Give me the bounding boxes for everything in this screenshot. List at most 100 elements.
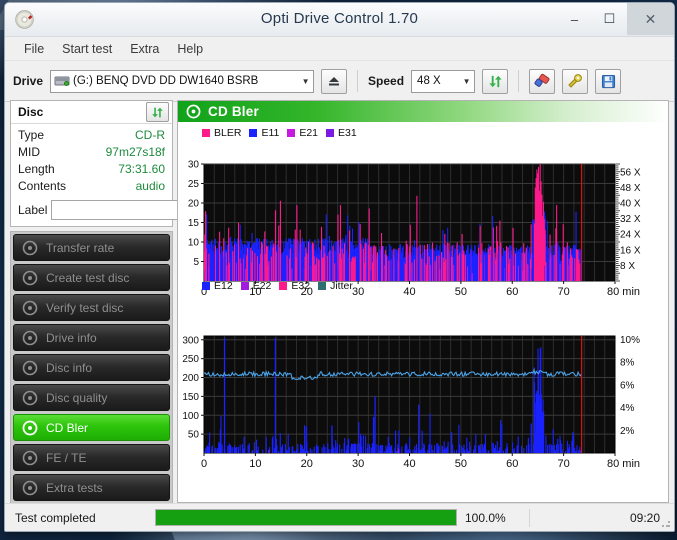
title-bar: Opti Drive Control 1.70 – ☐ ✕ (5, 3, 674, 37)
close-button[interactable]: ✕ (627, 3, 674, 35)
y2-tick-label: 40 X (620, 199, 641, 210)
legend-label-e22: E22 (252, 279, 272, 292)
nav-list: Transfer rate Create test disc Verify te… (10, 231, 173, 521)
chevron-down-icon[interactable]: ▼ (459, 72, 474, 91)
maximize-button[interactable]: ☐ (592, 3, 627, 35)
e12-chart-legend: E12 E22 E32 Jitter (178, 277, 357, 293)
toolbar-separator-2 (518, 70, 520, 92)
drive-label: Drive (13, 74, 44, 88)
y2-tick-label: 6% (620, 380, 635, 391)
progress-percent: 100.0% (465, 510, 506, 525)
refresh-icon (488, 75, 502, 87)
y2-tick-label: 56 X (620, 167, 641, 178)
sidebar-item-extra-tests[interactable]: Extra tests (13, 474, 170, 501)
disc-key: Contents (18, 179, 67, 193)
refresh-button[interactable] (482, 68, 509, 94)
refresh-icon (152, 107, 163, 117)
sidebar-item-transfer-rate[interactable]: Transfer rate (13, 234, 170, 261)
legend-label-jitter: Jitter (330, 279, 353, 292)
sidebar-item-label: Extra tests (46, 480, 103, 495)
disc-panel: Disc Type CD-R MID 97m27s18f Length 73:3… (10, 100, 223, 227)
eject-button[interactable] (321, 68, 348, 94)
x-tick-label: 40 (403, 286, 415, 298)
disc-value: 73:31.60 (118, 162, 165, 176)
disc-refresh-button[interactable] (146, 102, 169, 122)
sidebar-item-drive-info[interactable]: Drive info (13, 324, 170, 351)
content-area: Disc Type CD-R MID 97m27s18f Length 73:3… (5, 100, 674, 531)
y-tick-label: 300 (182, 335, 199, 346)
x-tick-label: 70 (558, 286, 570, 298)
disc-icon (22, 270, 38, 285)
y-tick-label: 50 (188, 430, 200, 441)
y2-tick-label: 48 X (620, 183, 641, 194)
sidebar-item-cd-bler[interactable]: CD Bler (13, 414, 170, 441)
x-tick-label: 80 min (607, 286, 640, 298)
drive-value: (G:) BENQ DVD DD DW1640 BSRB (73, 75, 259, 87)
eject-icon (329, 77, 340, 86)
drive-select[interactable]: (G:) BENQ DVD DD DW1640 BSRB ▼ (50, 69, 315, 93)
save-button[interactable] (595, 68, 622, 94)
sidebar-item-disc-info[interactable]: Disc info (13, 354, 170, 381)
sidebar-item-label: FE / TE (46, 450, 87, 465)
x-tick-label: 70 (558, 458, 570, 470)
sidebar-item-fe-te[interactable]: FE / TE (13, 444, 170, 471)
x-tick-label: 40 (403, 458, 415, 470)
legend-swatch-e32 (279, 281, 288, 290)
sidebar-item-label: CD Bler (46, 420, 89, 435)
status-separator (529, 508, 530, 527)
disc-info-rows: Type CD-R MID 97m27s18f Length 73:31.60 … (11, 124, 223, 226)
disc-icon (22, 330, 38, 345)
tools-button[interactable] (562, 68, 589, 94)
x-tick-label: 50 (455, 286, 467, 298)
menu-extra[interactable]: Extra (121, 40, 168, 58)
disc-value: CD-R (135, 128, 165, 142)
sidebar-item-verify-test-disc[interactable]: Verify test disc (13, 294, 170, 321)
legend-swatch-e21 (287, 128, 296, 137)
disc-icon (22, 300, 38, 315)
y2-tick-label: 4% (620, 403, 635, 414)
disc-value: 97m27s18f (105, 145, 165, 159)
window-buttons: – ☐ ✕ (557, 3, 674, 35)
progress-bar (155, 509, 457, 526)
y2-tick-label: 24 X (620, 230, 641, 241)
resize-grip[interactable] (661, 518, 671, 528)
y-tick-label: 250 (182, 354, 199, 365)
y2-tick-label: 2% (620, 426, 635, 437)
x-tick-label: 60 (506, 458, 518, 470)
disc-icon (22, 420, 38, 435)
chevron-down-icon[interactable]: ▼ (298, 72, 313, 91)
sidebar-item-label: Drive info (46, 330, 97, 345)
y-tick-label: 30 (188, 160, 200, 171)
y2-tick-label: 8 X (620, 261, 635, 272)
disc-row-mid: MID 97m27s18f (18, 145, 165, 162)
y-tick-label: 100 (182, 411, 199, 422)
main-header: CD Bler (178, 101, 668, 122)
menu-file[interactable]: File (15, 40, 53, 58)
disc-panel-header: Disc (11, 101, 172, 124)
menu-start-test[interactable]: Start test (53, 40, 121, 58)
disc-icon (22, 240, 38, 255)
x-tick-label: 30 (352, 458, 364, 470)
tools-icon (568, 74, 582, 88)
y-tick-label: 20 (188, 199, 200, 210)
e12-svg: 50 100 150 200 250 300 2% 4% 6% 8% 10% 0 10 20 30 40 50 6… (182, 335, 640, 470)
x-tick-label: 20 (301, 458, 313, 470)
minimize-button[interactable]: – (557, 3, 592, 35)
menu-help[interactable]: Help (168, 40, 212, 58)
legend-swatch-e22 (240, 281, 249, 290)
eraser-icon (534, 73, 550, 87)
disc-icon (186, 104, 201, 119)
legend-label-e11: E11 (261, 126, 280, 139)
speed-select[interactable]: 48 X ▼ (411, 69, 476, 93)
disc-row-type: Type CD-R (18, 128, 165, 145)
sidebar-item-disc-quality[interactable]: Disc quality (13, 384, 170, 411)
x-tick-label: 80 min (607, 458, 640, 470)
sidebar-item-create-test-disc[interactable]: Create test disc (13, 264, 170, 291)
bler-chart-legend: BLER E11 E21 E31 (178, 124, 668, 140)
erase-button[interactable] (529, 68, 556, 94)
disc-icon (22, 390, 38, 405)
disc-key: Type (18, 128, 45, 142)
disc-icon (22, 360, 38, 375)
speed-label: Speed (368, 74, 405, 88)
x-tick-label: 50 (455, 458, 467, 470)
